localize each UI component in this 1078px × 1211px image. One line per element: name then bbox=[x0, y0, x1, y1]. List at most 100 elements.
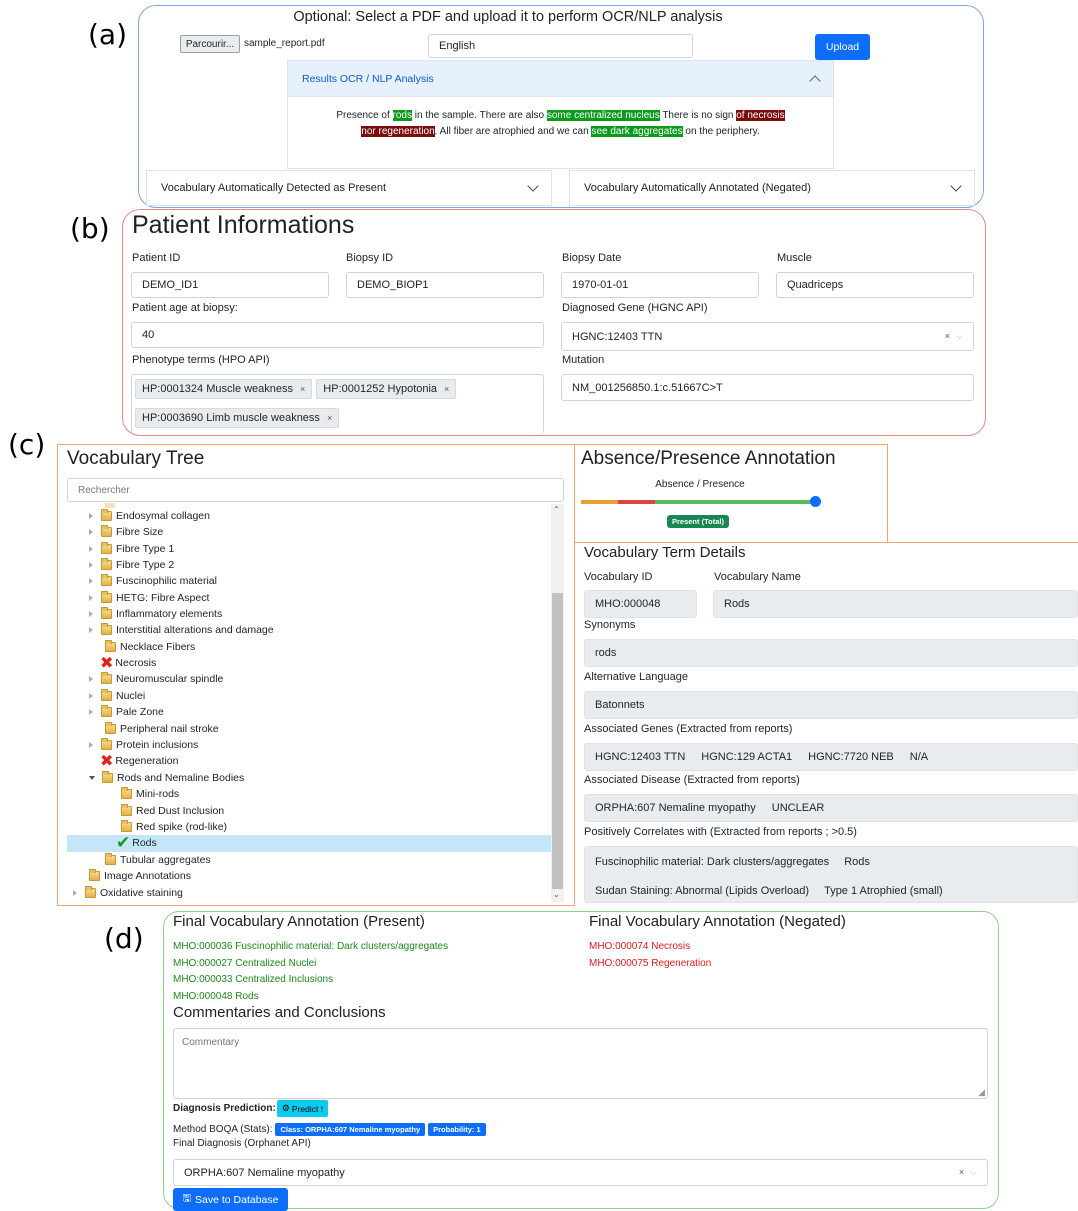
tree-item[interactable]: Fibre Size bbox=[89, 524, 163, 540]
expand-arrow-icon[interactable] bbox=[89, 676, 93, 682]
expand-arrow-icon[interactable] bbox=[89, 693, 93, 699]
remove-tag-icon[interactable]: × bbox=[300, 384, 305, 394]
correlate-chip: Sudan Staining: Abnormal (Lipids Overloa… bbox=[595, 885, 810, 897]
clear-icon[interactable]: × bbox=[945, 331, 950, 341]
gene-label: Diagnosed Gene (HGNC API) bbox=[562, 302, 708, 314]
tree-item[interactable]: Image Annotations bbox=[89, 868, 191, 884]
clear-icon[interactable]: × bbox=[959, 1167, 964, 1177]
scroll-up-arrow-icon[interactable]: ⌃ bbox=[553, 505, 560, 514]
save-button[interactable]: 🖫 Save to Database bbox=[173, 1188, 288, 1211]
dropdown-arrow-icon: ⌵ bbox=[970, 1167, 977, 1177]
results-accordion-header[interactable]: Results OCR / NLP Analysis bbox=[287, 60, 834, 97]
biopsy-date-value: 1970-01-01 bbox=[572, 279, 629, 291]
negated-term: MHO:000075 Regeneration bbox=[589, 957, 712, 969]
tree-item[interactable]: Neuromuscular spindle bbox=[89, 671, 223, 687]
mutation-input[interactable]: NM_001256850.1:c.51667C>T bbox=[561, 374, 974, 401]
slider-track-present bbox=[655, 500, 817, 504]
remove-tag-icon[interactable]: × bbox=[444, 384, 449, 394]
vocab-name-field: Rods bbox=[713, 590, 1078, 618]
phenotype-tag: HP:0001252 Hypotonia × bbox=[316, 379, 457, 399]
text-segment: in the sample. There are also bbox=[411, 110, 547, 121]
collapse-arrow-icon[interactable] bbox=[89, 776, 95, 780]
predict-button[interactable]: ⚙ Predict ! bbox=[276, 1100, 329, 1117]
tree-item[interactable]: Interstitial alterations and damage bbox=[89, 622, 274, 638]
remove-tag-icon[interactable]: × bbox=[327, 413, 332, 423]
tree-item-negated[interactable]: ✖ Necrosis bbox=[100, 655, 156, 671]
correlates-field: Fuscinophilic material: Dark clusters/ag… bbox=[584, 846, 1078, 903]
expand-arrow-icon[interactable] bbox=[89, 529, 93, 535]
alt-lang-label: Alternative Language bbox=[584, 671, 688, 683]
tree-item-label: Nuclei bbox=[116, 690, 146, 702]
tree-item[interactable]: Tubular aggregates bbox=[105, 852, 211, 868]
expand-arrow-icon[interactable] bbox=[89, 709, 93, 715]
browse-button[interactable]: Parcourir... bbox=[180, 35, 240, 53]
resize-handle-icon[interactable]: ◢ bbox=[978, 1087, 985, 1098]
disease-chip: ORPHA:607 Nemaline myopathy bbox=[595, 802, 756, 814]
tree-item[interactable]: Fuscinophilic material bbox=[89, 573, 217, 589]
commentary-textarea[interactable]: Commentary ◢ bbox=[173, 1028, 988, 1099]
tree-search-input[interactable]: Rechercher bbox=[67, 478, 564, 502]
slider-handle[interactable] bbox=[810, 496, 821, 507]
tree-item[interactable]: Oxidative staining bbox=[73, 885, 183, 901]
biopsy-id-input[interactable]: DEMO_BIOP1 bbox=[346, 272, 544, 298]
tree-item[interactable]: Nuclei bbox=[89, 688, 145, 704]
tree-item[interactable]: Rods and Nemaline Bodies bbox=[89, 770, 244, 786]
phenotype-row-2: HP:0003690 Limb muscle weakness × bbox=[135, 408, 343, 428]
tree-item[interactable]: Mini-rods bbox=[121, 786, 179, 802]
expand-arrow-icon[interactable] bbox=[89, 627, 93, 633]
expand-arrow-icon[interactable] bbox=[89, 562, 93, 568]
synonyms-label: Synonyms bbox=[584, 619, 636, 631]
presence-slider[interactable] bbox=[581, 496, 821, 507]
text-segment: Presence of bbox=[336, 110, 393, 121]
tree-item[interactable]: Inflammatory elements bbox=[89, 606, 222, 622]
gene-select[interactable]: HGNC:12403 TTN × ⌵ bbox=[561, 322, 974, 351]
panel-label-a: (a) bbox=[88, 18, 128, 51]
upload-button[interactable]: Upload bbox=[815, 34, 870, 60]
age-input[interactable]: 40 bbox=[131, 322, 544, 348]
biopsy-date-input[interactable]: 1970-01-01 bbox=[561, 272, 759, 298]
synonyms-value: rods bbox=[595, 647, 617, 659]
tree-item[interactable]: Red spike (rod-like) bbox=[121, 819, 227, 835]
mutation-label: Mutation bbox=[562, 354, 605, 366]
expand-arrow-icon[interactable] bbox=[89, 611, 93, 617]
expand-arrow-icon[interactable] bbox=[89, 546, 93, 552]
patient-id-input[interactable]: DEMO_ID1 bbox=[131, 272, 329, 298]
synonyms-field: rods bbox=[584, 639, 1078, 667]
tree-item[interactable]: Fibre Type 2 bbox=[89, 557, 174, 573]
present-term: MHO:000036 Fuscinophilic material: Dark … bbox=[173, 941, 449, 952]
expand-arrow-icon[interactable] bbox=[73, 890, 77, 896]
tree-item[interactable]: Fibre Type 1 bbox=[89, 541, 174, 557]
expand-arrow-icon[interactable] bbox=[89, 595, 93, 601]
final-diagnosis-select[interactable]: ORPHA:607 Nemaline myopathy × ⌵ bbox=[173, 1159, 988, 1186]
tree-item[interactable]: Endosymal collagen bbox=[89, 508, 210, 524]
scroll-down-arrow-icon[interactable]: ⌄ bbox=[553, 890, 560, 899]
tree-item[interactable]: Red Dust Inclusion bbox=[121, 803, 224, 819]
folder-icon bbox=[121, 820, 132, 832]
slider-track-uncertain bbox=[618, 500, 655, 504]
predict-label: Predict ! bbox=[291, 1103, 324, 1114]
accordion-negated[interactable]: Vocabulary Automatically Annotated (Nega… bbox=[569, 170, 975, 206]
accordion-present[interactable]: Vocabulary Automatically Detected as Pre… bbox=[146, 170, 552, 206]
folder-icon bbox=[89, 869, 100, 881]
tree-title: Vocabulary Tree bbox=[67, 448, 205, 469]
tree-item[interactable]: HETG: Fibre Aspect bbox=[89, 590, 209, 606]
tree-item-selected[interactable]: ✔ Rods bbox=[116, 835, 157, 852]
tree-item[interactable]: Peripheral nail stroke bbox=[105, 721, 219, 737]
tree-scrollbar-thumb[interactable] bbox=[552, 593, 563, 889]
results-text: Presence of rods in the sample. There ar… bbox=[300, 108, 821, 140]
expand-arrow-icon[interactable] bbox=[89, 513, 93, 519]
highlight-present: some centralized nucleus bbox=[546, 110, 660, 121]
save-label: Save to Database bbox=[195, 1193, 279, 1206]
vocab-name-label: Vocabulary Name bbox=[714, 571, 801, 583]
tree-item[interactable]: Pale Zone bbox=[89, 704, 164, 720]
tree-item-negated[interactable]: ✖ Regeneration bbox=[100, 753, 178, 769]
class-badge: Class: ORPHA:607 Nemaline myopathy bbox=[275, 1123, 426, 1136]
vocab-id-label: Vocabulary ID bbox=[584, 571, 653, 583]
expand-arrow-icon[interactable] bbox=[89, 742, 93, 748]
folder-icon bbox=[121, 787, 132, 799]
muscle-input[interactable]: Quadriceps bbox=[776, 272, 974, 298]
language-select[interactable]: English bbox=[428, 34, 693, 58]
expand-arrow-icon[interactable] bbox=[89, 578, 93, 584]
tree-item[interactable]: Necklace Fibers bbox=[105, 639, 195, 655]
text-segment: There is no sign bbox=[659, 110, 737, 121]
